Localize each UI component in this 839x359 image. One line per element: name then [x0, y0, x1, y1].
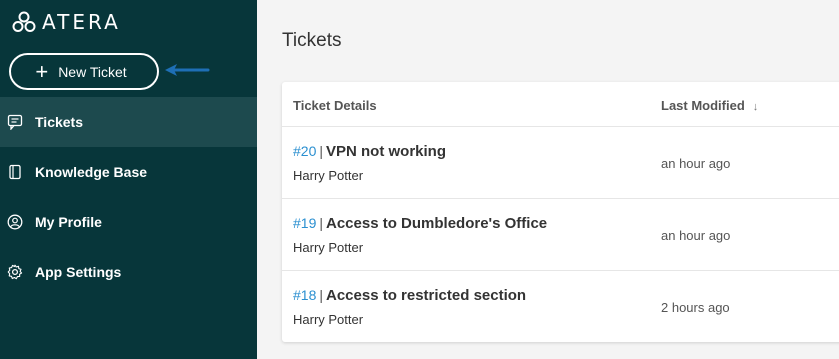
- table-row[interactable]: #19 | Access to Dumbledore's Office Harry …: [282, 198, 839, 270]
- ticket-id[interactable]: #18: [293, 287, 316, 303]
- new-ticket-label: New Ticket: [58, 63, 127, 80]
- ticket-last-modified: an hour ago: [661, 228, 731, 243]
- table-row[interactable]: #20 | VPN not working Harry Potter an hour…: [282, 126, 839, 198]
- page-title: Tickets: [282, 30, 342, 51]
- ticket-last-modified: 2 hours ago: [661, 300, 730, 315]
- sidebar-item-tickets[interactable]: Tickets: [0, 97, 257, 147]
- ticket-title: #19 | Access to Dumbledore's Office: [293, 215, 548, 232]
- sidebar-item-app-settings[interactable]: App Settings: [0, 247, 257, 297]
- book-icon: [7, 164, 23, 180]
- column-header-label: Last Modified: [661, 98, 745, 113]
- column-header-ticket-details: Ticket Details: [293, 98, 377, 113]
- sort-down-icon: ↓: [752, 101, 759, 113]
- sidebar-item-label: My Profile: [35, 214, 102, 230]
- gear-icon: [7, 264, 23, 280]
- ticket-last-modified: an hour ago: [661, 156, 731, 171]
- ticket-id[interactable]: #20: [293, 143, 316, 159]
- sidebar-item-label: Knowledge Base: [35, 164, 148, 180]
- annotation-arrow-icon: [165, 64, 210, 76]
- column-header-last-modified[interactable]: Last Modified ↓: [661, 98, 758, 113]
- ticket-subject[interactable]: Access to restricted section: [326, 287, 526, 304]
- ticket-title: #18 | Access to restricted section: [293, 287, 527, 304]
- atera-logo-icon: [12, 11, 36, 32]
- chat-icon: [7, 114, 23, 130]
- tickets-table: Ticket Details Last Modified ↓ #20 | VPN no…: [282, 82, 839, 342]
- sidebar: ATERA + New Ticket Tickets Knowledge Bas…: [0, 0, 257, 359]
- user-icon: [7, 214, 23, 230]
- ticket-title: #20 | VPN not working: [293, 143, 446, 160]
- ticket-id[interactable]: #19: [293, 215, 316, 231]
- brand-logo[interactable]: ATERA: [12, 11, 121, 33]
- ticket-requester: Harry Potter: [293, 240, 364, 255]
- sidebar-item-label: Tickets: [35, 114, 83, 130]
- sidebar-item-label: App Settings: [35, 264, 122, 280]
- ticket-subject[interactable]: Access to Dumbledore's Office: [326, 215, 547, 232]
- ticket-requester: Harry Potter: [293, 312, 364, 327]
- ticket-subject[interactable]: VPN not working: [326, 143, 446, 160]
- brand-name: ATERA: [42, 10, 121, 34]
- new-ticket-button[interactable]: + New Ticket: [9, 53, 159, 90]
- table-row[interactable]: #18 | Access to restricted section Harry P…: [282, 270, 839, 342]
- sidebar-item-knowledge-base[interactable]: Knowledge Base: [0, 147, 257, 197]
- ticket-requester: Harry Potter: [293, 168, 364, 183]
- plus-icon: +: [35, 58, 49, 84]
- sidebar-item-my-profile[interactable]: My Profile: [0, 197, 257, 247]
